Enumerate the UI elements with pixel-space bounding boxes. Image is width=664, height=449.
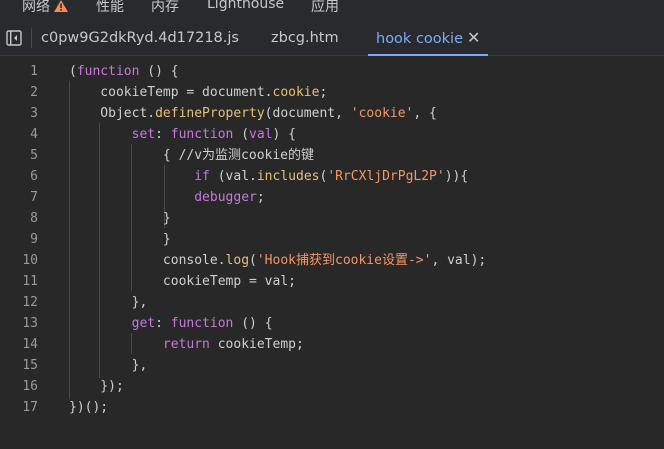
code-line[interactable]: 2 cookieTemp = document.cookie; — [0, 82, 664, 103]
code-text: }, — [69, 295, 148, 310]
code-text: } — [69, 232, 171, 247]
panel-tab-network-label: 网络 — [22, 0, 50, 15]
code-line[interactable]: 6 if (val.includes('RrCXljDrPgL2P')){ — [0, 166, 664, 187]
code-line[interactable]: 7 debugger; — [0, 187, 664, 208]
panel-tab-application[interactable]: 应用 — [311, 0, 339, 16]
panel-tab-network[interactable]: 网络 — [22, 0, 68, 16]
line-number: 14 — [22, 337, 38, 352]
line-number: 3 — [30, 106, 38, 121]
warning-triangle-icon — [54, 0, 68, 12]
file-tab-zbcg-htm[interactable]: zbcg.htm — [271, 20, 339, 55]
sidebar-toggle-icon[interactable] — [6, 30, 22, 46]
tab-separator — [31, 28, 32, 48]
line-number: 10 — [22, 253, 38, 268]
line-number: 8 — [30, 211, 38, 226]
line-number: 2 — [30, 85, 38, 100]
code-line[interactable]: 11 cookieTemp = val; — [0, 271, 664, 292]
line-number: 1 — [30, 64, 38, 79]
line-number: 5 — [30, 148, 38, 163]
panel-tab-memory[interactable]: 内存 — [151, 0, 179, 16]
line-number: 9 — [30, 232, 38, 247]
code-line[interactable]: 16 }); — [0, 376, 664, 397]
code-text: debugger; — [194, 190, 265, 205]
panel-tab-performance[interactable]: 性能 — [96, 0, 124, 16]
code-text: return cookieTemp; — [162, 337, 304, 352]
code-text: cookieTemp = val; — [69, 274, 296, 289]
line-number: 12 — [22, 295, 38, 310]
file-tab-c0pw9g2dkryd-js[interactable]: c0pw9G2dkRyd.4d17218.js — [41, 20, 239, 55]
code-text: }); — [69, 379, 124, 394]
code-text: { //v为监测cookie的键 — [69, 148, 315, 163]
code-text: cookieTemp = document.cookie; — [69, 85, 328, 100]
code-text: console.log('Hook捕获到cookie设置->', val); — [69, 253, 487, 268]
line-number: 6 — [30, 169, 38, 184]
panel-tab-lighthouse[interactable]: Lighthouse — [207, 0, 284, 12]
code-editor[interactable]: 1 (function () { 2 cookieTemp = document.c… — [0, 56, 664, 449]
code-text: Object.defineProperty(document, 'cookie'… — [69, 106, 437, 121]
file-tab-hook-cookie-label: hook cookie — [376, 31, 463, 47]
line-number: 15 — [22, 358, 38, 373]
line-number: 7 — [30, 190, 38, 205]
code-text: set: function (val) { — [131, 127, 297, 142]
code-line[interactable]: 13 get: function () { — [0, 313, 664, 334]
code-line[interactable]: 4 set: function (val) { — [0, 124, 664, 145]
code-line[interactable]: 1 (function () { — [0, 61, 664, 82]
code-text: })(); — [69, 400, 109, 415]
line-number: 16 — [22, 379, 38, 394]
code-text: (function () { — [69, 64, 179, 79]
line-number: 17 — [22, 400, 38, 415]
code-line[interactable]: 10 console.log('Hook捕获到cookie设置->', val)… — [0, 250, 664, 271]
code-line[interactable]: 14 return cookieTemp; — [0, 334, 664, 355]
code-line[interactable]: 8 } — [0, 208, 664, 229]
close-tab-icon[interactable]: ✕ — [467, 20, 480, 56]
code-line[interactable]: 5 { //v为监测cookie的键 — [0, 145, 664, 166]
code-text: get: function () { — [131, 316, 273, 331]
code-text: }, — [69, 358, 148, 373]
code-line[interactable]: 9 } — [0, 229, 664, 250]
code-line[interactable]: 17 })(); — [0, 397, 664, 418]
code-line[interactable]: 3 Object.defineProperty(document, 'cooki… — [0, 103, 664, 124]
line-number: 11 — [22, 274, 38, 289]
line-number: 4 — [30, 127, 38, 142]
code-line[interactable]: 15 }, — [0, 355, 664, 376]
code-text: } — [69, 211, 171, 226]
file-tab-hook-cookie[interactable]: hook cookie ✕ — [367, 20, 489, 56]
editor-file-tabs: c0pw9G2dkRyd.4d17218.js zbcg.htm hook co… — [0, 20, 664, 56]
line-number: 13 — [22, 316, 38, 331]
devtools-panel-tabs: 网络 性能 内存 Lighthouse 应用 — [0, 0, 664, 20]
code-text: if (val.includes('RrCXljDrPgL2P')){ — [194, 169, 469, 184]
code-line[interactable]: 12 }, — [0, 292, 664, 313]
